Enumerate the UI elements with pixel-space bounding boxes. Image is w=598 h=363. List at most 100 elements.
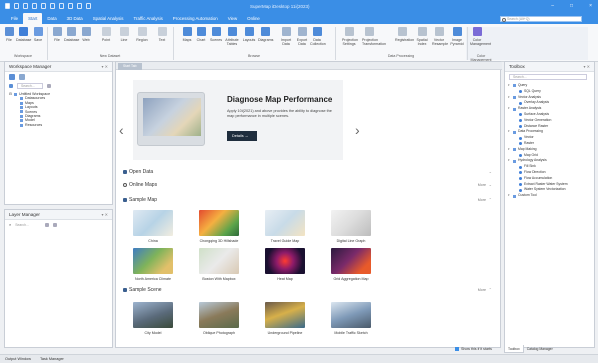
- open-data-header[interactable]: Open Data: [123, 169, 153, 175]
- checkbox-icon[interactable]: [455, 347, 459, 351]
- menu-tab-data[interactable]: Data: [42, 13, 61, 24]
- sample-map-image[interactable]: [331, 210, 371, 236]
- sample-scene-thumbnail[interactable]: Oblique Photograph: [199, 302, 239, 335]
- filter-icon[interactable]: [45, 222, 50, 227]
- refresh-icon[interactable]: [9, 83, 13, 88]
- projection-button[interactable]: Projection Settings: [342, 27, 358, 46]
- sample-map-thumbnail[interactable]: Chongqing 3D Hillshade: [199, 210, 239, 243]
- show-at-startup-checkbox[interactable]: Show this if it starts: [455, 347, 492, 351]
- expand-icon[interactable]: ▾: [508, 95, 511, 101]
- sample-scene-header[interactable]: Sample Scene: [123, 287, 162, 293]
- database-open-button[interactable]: Database: [64, 27, 79, 42]
- online-maps-header[interactable]: Online Maps: [123, 182, 157, 188]
- expand-icon[interactable]: ▾: [508, 158, 511, 164]
- color-button[interactable]: Color Management: [470, 27, 491, 46]
- import-button[interactable]: Import Data: [279, 27, 293, 46]
- chevron-down-icon[interactable]: ⌄: [489, 169, 492, 174]
- sample-scene-image[interactable]: [133, 302, 173, 328]
- save-button[interactable]: Save: [31, 27, 45, 42]
- sample-scene-thumbnail[interactable]: Underground Pipeline: [265, 302, 305, 335]
- settings-icon[interactable]: [86, 3, 91, 9]
- menu-tab-traffic-analysis[interactable]: Traffic Analysis: [129, 13, 168, 24]
- text-button[interactable]: Text: [155, 27, 169, 42]
- maps-button[interactable]: Maps: [180, 27, 194, 42]
- chevron-up-icon[interactable]: ⌃: [489, 197, 492, 202]
- redo-icon[interactable]: [41, 3, 46, 9]
- menu-tab-view[interactable]: View: [223, 13, 242, 24]
- workspace-search-input[interactable]: Search...: [17, 82, 43, 89]
- zoom-in-icon[interactable]: [50, 3, 55, 9]
- more-link[interactable]: More: [478, 198, 486, 202]
- chevron-up-icon[interactable]: ⌃: [489, 287, 492, 292]
- sample-map-image[interactable]: [331, 248, 371, 274]
- next-arrow-icon[interactable]: ›: [355, 122, 360, 138]
- chart-button[interactable]: Chart: [194, 27, 208, 42]
- file-button[interactable]: File: [2, 27, 16, 42]
- pyramid-button[interactable]: Image Pyramid: [450, 27, 464, 46]
- web-button[interactable]: Web: [79, 27, 93, 42]
- registration-button[interactable]: Registration: [395, 27, 414, 42]
- sample-scene-image[interactable]: [199, 302, 239, 328]
- file-open-button[interactable]: File: [50, 27, 64, 42]
- point-button[interactable]: Point: [99, 27, 113, 42]
- sample-map-thumbnail[interactable]: Grid Aggregation Map: [331, 248, 371, 281]
- sample-map-image[interactable]: [265, 210, 305, 236]
- menu-tab-file[interactable]: File: [6, 13, 23, 24]
- sample-map-image[interactable]: [199, 248, 239, 274]
- sample-map-thumbnail[interactable]: Boston With Mapbox: [199, 248, 239, 281]
- collection-button[interactable]: Data Collection: [310, 27, 326, 46]
- open-workspace-icon[interactable]: [9, 73, 15, 80]
- close-icon[interactable]: ×: [589, 3, 592, 9]
- collapse-icon[interactable]: [47, 83, 51, 88]
- sample-map-thumbnail[interactable]: China: [133, 210, 173, 243]
- zoom-out-icon[interactable]: [59, 3, 64, 9]
- menu-tab-start[interactable]: Start: [23, 13, 43, 24]
- start-tab[interactable]: Start Tab: [118, 63, 142, 70]
- status-tab-output-window[interactable]: Output Window: [5, 357, 31, 361]
- status-tab-task-manager[interactable]: Task Manager: [40, 357, 64, 361]
- panel-controls[interactable]: ▾ ✕: [584, 62, 590, 72]
- layouts-button[interactable]: Layouts: [242, 27, 256, 42]
- more-link[interactable]: More: [478, 183, 486, 187]
- sample-map-thumbnail[interactable]: Digital Line Graph: [331, 210, 371, 243]
- sample-scene-thumbnail[interactable]: City Model: [133, 302, 173, 335]
- menu-tab-spatial-analysis[interactable]: Spatial Analysis: [88, 13, 129, 24]
- save-icon[interactable]: [23, 3, 28, 9]
- search-input[interactable]: Search (Alt+Q): [500, 16, 582, 22]
- expand-icon[interactable]: ▾: [508, 129, 511, 135]
- maximize-icon[interactable]: □: [570, 3, 573, 9]
- details-button[interactable]: Details →: [227, 131, 257, 141]
- panel-controls[interactable]: ▾ ✕: [102, 62, 108, 72]
- export-button[interactable]: Export Data: [295, 27, 309, 46]
- sample-map-thumbnail[interactable]: Heat Map: [265, 248, 305, 281]
- resample-button[interactable]: Vector Resample: [432, 27, 448, 46]
- layer-search-input[interactable]: Search...: [15, 223, 41, 227]
- menu-tab-3d-data[interactable]: 3D Data: [62, 13, 88, 24]
- panel-controls[interactable]: ▾ ✕: [102, 210, 108, 220]
- spatial-index-button[interactable]: Spatial Index: [415, 27, 429, 46]
- transform-button[interactable]: Projection Transformation: [362, 27, 386, 46]
- scenes-button[interactable]: Scenes: [209, 27, 223, 42]
- sample-map-image[interactable]: [133, 248, 173, 274]
- sample-map-image[interactable]: [265, 248, 305, 274]
- region-button[interactable]: Region: [135, 27, 149, 42]
- menu-tab-processing-automation[interactable]: Processing Automation: [168, 13, 223, 24]
- chevron-down-icon[interactable]: ⌄: [489, 182, 492, 187]
- workspace-tree-item[interactable]: Resources: [9, 123, 108, 127]
- more-link[interactable]: More: [478, 288, 486, 292]
- grid-icon[interactable]: [68, 3, 73, 9]
- line-button[interactable]: Line: [117, 27, 131, 42]
- new-icon[interactable]: [14, 3, 19, 9]
- sample-map-header[interactable]: Sample Map: [123, 197, 157, 203]
- diagrams-button[interactable]: Diagrams: [258, 27, 273, 42]
- table-button[interactable]: Attribute Tables: [225, 27, 239, 46]
- toolbox-tab-0[interactable]: Toolbox: [504, 345, 524, 353]
- undo-icon[interactable]: [32, 3, 37, 9]
- toolbox-item[interactable]: ▾ Custom Tool: [508, 193, 591, 199]
- sample-map-thumbnail[interactable]: North America Climate: [133, 248, 173, 281]
- sample-scene-image[interactable]: [331, 302, 371, 328]
- sample-map-thumbnail[interactable]: Travel Guide Map: [265, 210, 305, 243]
- options-icon[interactable]: [53, 222, 58, 227]
- menu-tab-online[interactable]: Online: [242, 13, 265, 24]
- expand-icon[interactable]: ▾: [508, 193, 511, 199]
